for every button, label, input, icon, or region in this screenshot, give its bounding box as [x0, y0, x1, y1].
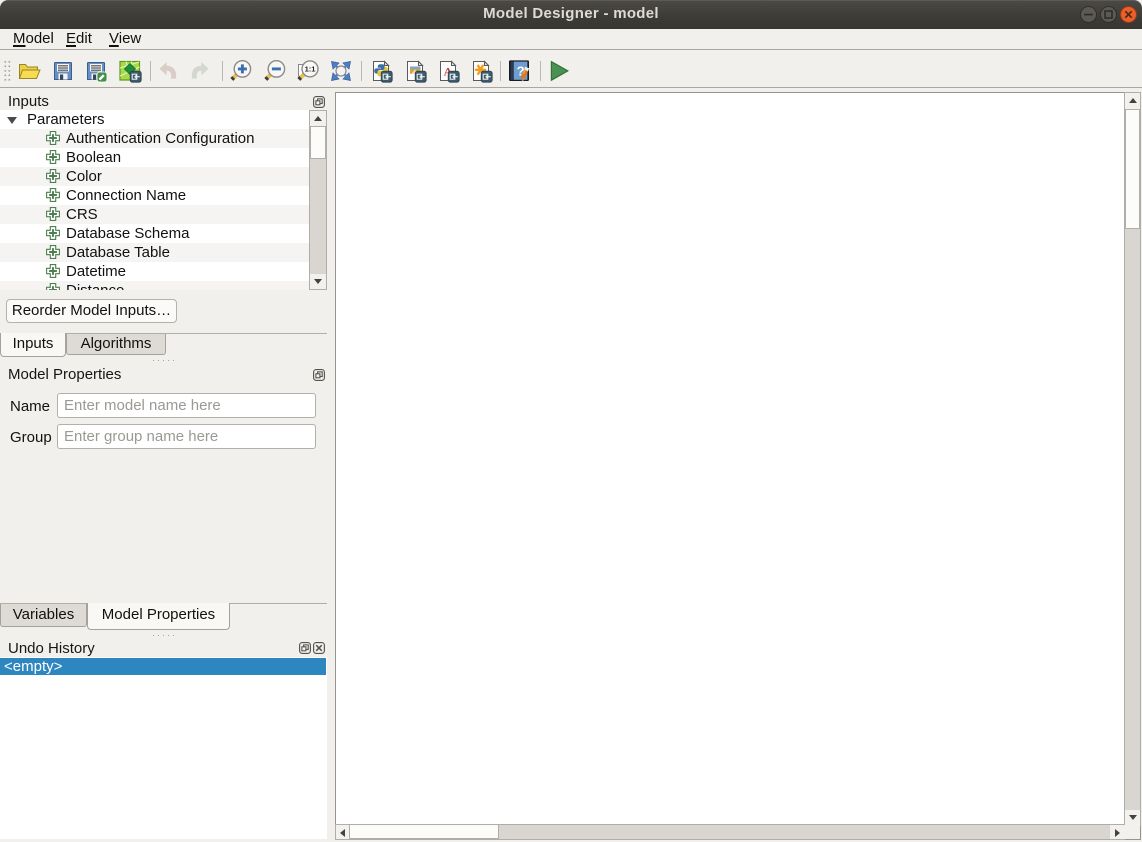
- svg-text:1:1: 1:1: [305, 65, 316, 74]
